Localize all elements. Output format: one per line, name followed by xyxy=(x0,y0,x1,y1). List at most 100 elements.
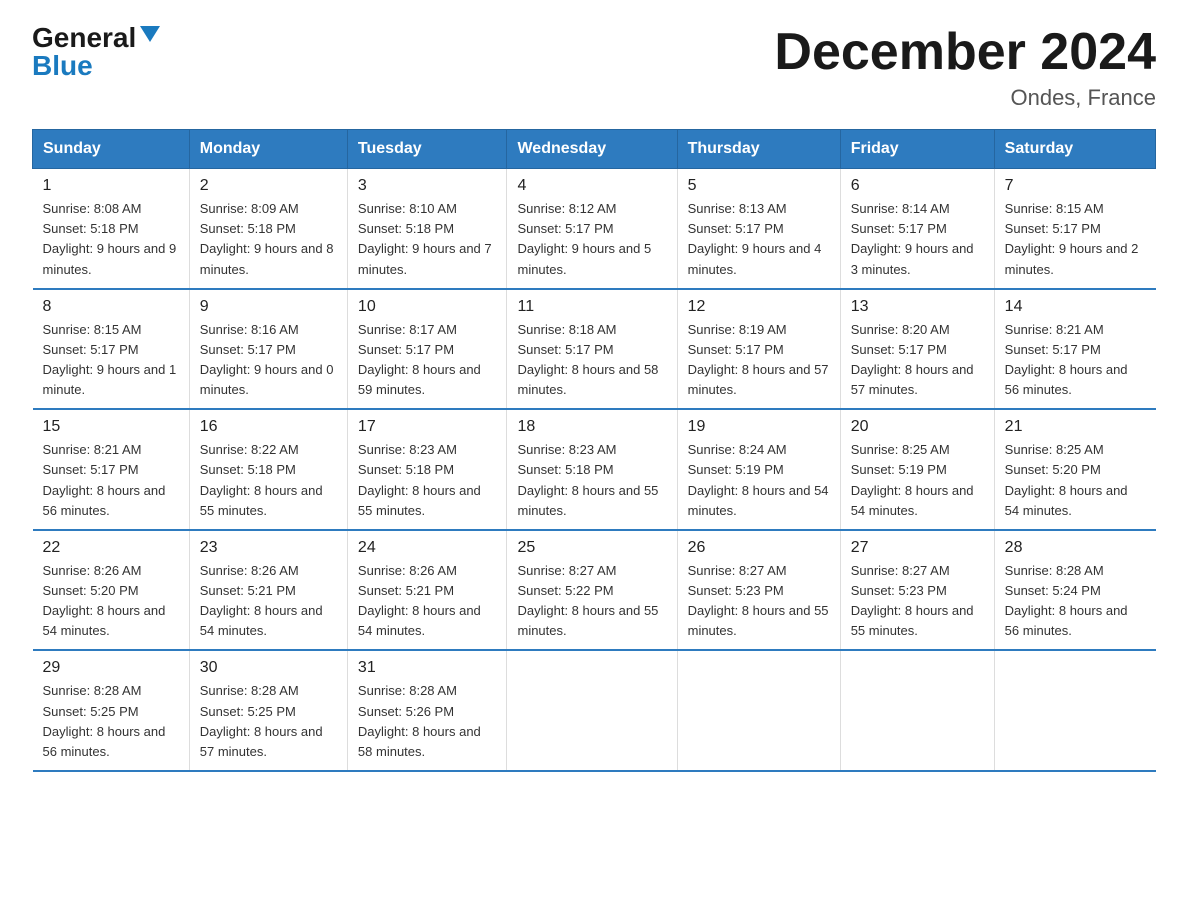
calendar-cell: 19 Sunrise: 8:24 AMSunset: 5:19 PMDaylig… xyxy=(677,409,840,530)
header-right: December 2024 Ondes, France xyxy=(774,24,1156,111)
calendar-cell xyxy=(994,650,1155,771)
day-number: 21 xyxy=(1005,418,1146,436)
calendar-cell: 2 Sunrise: 8:09 AMSunset: 5:18 PMDayligh… xyxy=(189,169,347,289)
calendar-cell: 13 Sunrise: 8:20 AMSunset: 5:17 PMDaylig… xyxy=(840,289,994,410)
calendar-cell: 14 Sunrise: 8:21 AMSunset: 5:17 PMDaylig… xyxy=(994,289,1155,410)
calendar-cell: 24 Sunrise: 8:26 AMSunset: 5:21 PMDaylig… xyxy=(347,530,507,651)
day-number: 4 xyxy=(517,177,666,195)
day-info: Sunrise: 8:19 AMSunset: 5:17 PMDaylight:… xyxy=(688,320,830,401)
calendar-week-row: 29 Sunrise: 8:28 AMSunset: 5:25 PMDaylig… xyxy=(33,650,1156,771)
day-number: 26 xyxy=(688,539,830,557)
day-info: Sunrise: 8:23 AMSunset: 5:18 PMDaylight:… xyxy=(517,440,666,521)
column-header-friday: Friday xyxy=(840,130,994,169)
calendar-cell: 29 Sunrise: 8:28 AMSunset: 5:25 PMDaylig… xyxy=(33,650,190,771)
day-number: 6 xyxy=(851,177,984,195)
day-info: Sunrise: 8:24 AMSunset: 5:19 PMDaylight:… xyxy=(688,440,830,521)
calendar-week-row: 8 Sunrise: 8:15 AMSunset: 5:17 PMDayligh… xyxy=(33,289,1156,410)
day-info: Sunrise: 8:10 AMSunset: 5:18 PMDaylight:… xyxy=(358,199,497,280)
day-info: Sunrise: 8:21 AMSunset: 5:17 PMDaylight:… xyxy=(1005,320,1146,401)
calendar-cell: 17 Sunrise: 8:23 AMSunset: 5:18 PMDaylig… xyxy=(347,409,507,530)
calendar-cell: 20 Sunrise: 8:25 AMSunset: 5:19 PMDaylig… xyxy=(840,409,994,530)
day-number: 27 xyxy=(851,539,984,557)
day-info: Sunrise: 8:20 AMSunset: 5:17 PMDaylight:… xyxy=(851,320,984,401)
day-number: 24 xyxy=(358,539,497,557)
day-number: 22 xyxy=(43,539,179,557)
day-info: Sunrise: 8:15 AMSunset: 5:17 PMDaylight:… xyxy=(43,320,179,401)
day-info: Sunrise: 8:28 AMSunset: 5:26 PMDaylight:… xyxy=(358,681,497,762)
day-info: Sunrise: 8:27 AMSunset: 5:22 PMDaylight:… xyxy=(517,561,666,642)
calendar-cell: 25 Sunrise: 8:27 AMSunset: 5:22 PMDaylig… xyxy=(507,530,677,651)
day-info: Sunrise: 8:26 AMSunset: 5:21 PMDaylight:… xyxy=(358,561,497,642)
day-info: Sunrise: 8:16 AMSunset: 5:17 PMDaylight:… xyxy=(200,320,337,401)
day-number: 5 xyxy=(688,177,830,195)
day-number: 30 xyxy=(200,659,337,677)
day-info: Sunrise: 8:08 AMSunset: 5:18 PMDaylight:… xyxy=(43,199,179,280)
calendar-cell: 4 Sunrise: 8:12 AMSunset: 5:17 PMDayligh… xyxy=(507,169,677,289)
day-number: 23 xyxy=(200,539,337,557)
day-number: 10 xyxy=(358,298,497,316)
day-number: 12 xyxy=(688,298,830,316)
month-title: December 2024 xyxy=(774,24,1156,81)
calendar-cell: 5 Sunrise: 8:13 AMSunset: 5:17 PMDayligh… xyxy=(677,169,840,289)
day-number: 19 xyxy=(688,418,830,436)
day-number: 3 xyxy=(358,177,497,195)
day-number: 9 xyxy=(200,298,337,316)
calendar-cell xyxy=(677,650,840,771)
day-info: Sunrise: 8:27 AMSunset: 5:23 PMDaylight:… xyxy=(688,561,830,642)
day-number: 16 xyxy=(200,418,337,436)
day-number: 28 xyxy=(1005,539,1146,557)
day-number: 14 xyxy=(1005,298,1146,316)
day-number: 17 xyxy=(358,418,497,436)
calendar-table: SundayMondayTuesdayWednesdayThursdayFrid… xyxy=(32,129,1156,772)
column-header-monday: Monday xyxy=(189,130,347,169)
calendar-cell: 9 Sunrise: 8:16 AMSunset: 5:17 PMDayligh… xyxy=(189,289,347,410)
calendar-cell: 1 Sunrise: 8:08 AMSunset: 5:18 PMDayligh… xyxy=(33,169,190,289)
calendar-cell xyxy=(840,650,994,771)
day-number: 8 xyxy=(43,298,179,316)
column-header-saturday: Saturday xyxy=(994,130,1155,169)
calendar-week-row: 1 Sunrise: 8:08 AMSunset: 5:18 PMDayligh… xyxy=(33,169,1156,289)
day-info: Sunrise: 8:09 AMSunset: 5:18 PMDaylight:… xyxy=(200,199,337,280)
day-info: Sunrise: 8:26 AMSunset: 5:21 PMDaylight:… xyxy=(200,561,337,642)
day-number: 2 xyxy=(200,177,337,195)
calendar-cell xyxy=(507,650,677,771)
day-number: 18 xyxy=(517,418,666,436)
day-info: Sunrise: 8:27 AMSunset: 5:23 PMDaylight:… xyxy=(851,561,984,642)
location: Ondes, France xyxy=(774,85,1156,111)
day-info: Sunrise: 8:28 AMSunset: 5:25 PMDaylight:… xyxy=(43,681,179,762)
day-number: 20 xyxy=(851,418,984,436)
calendar-header-row: SundayMondayTuesdayWednesdayThursdayFrid… xyxy=(33,130,1156,169)
day-info: Sunrise: 8:25 AMSunset: 5:20 PMDaylight:… xyxy=(1005,440,1146,521)
calendar-cell: 11 Sunrise: 8:18 AMSunset: 5:17 PMDaylig… xyxy=(507,289,677,410)
calendar-cell: 22 Sunrise: 8:26 AMSunset: 5:20 PMDaylig… xyxy=(33,530,190,651)
day-number: 25 xyxy=(517,539,666,557)
calendar-cell: 30 Sunrise: 8:28 AMSunset: 5:25 PMDaylig… xyxy=(189,650,347,771)
logo: General Blue xyxy=(32,24,160,80)
day-number: 15 xyxy=(43,418,179,436)
calendar-cell: 3 Sunrise: 8:10 AMSunset: 5:18 PMDayligh… xyxy=(347,169,507,289)
calendar-cell: 27 Sunrise: 8:27 AMSunset: 5:23 PMDaylig… xyxy=(840,530,994,651)
day-info: Sunrise: 8:15 AMSunset: 5:17 PMDaylight:… xyxy=(1005,199,1146,280)
calendar-cell: 16 Sunrise: 8:22 AMSunset: 5:18 PMDaylig… xyxy=(189,409,347,530)
calendar-cell: 28 Sunrise: 8:28 AMSunset: 5:24 PMDaylig… xyxy=(994,530,1155,651)
day-number: 29 xyxy=(43,659,179,677)
day-info: Sunrise: 8:14 AMSunset: 5:17 PMDaylight:… xyxy=(851,199,984,280)
logo-blue-text: Blue xyxy=(32,50,93,81)
day-info: Sunrise: 8:22 AMSunset: 5:18 PMDaylight:… xyxy=(200,440,337,521)
calendar-cell: 21 Sunrise: 8:25 AMSunset: 5:20 PMDaylig… xyxy=(994,409,1155,530)
calendar-cell: 7 Sunrise: 8:15 AMSunset: 5:17 PMDayligh… xyxy=(994,169,1155,289)
column-header-tuesday: Tuesday xyxy=(347,130,507,169)
calendar-week-row: 22 Sunrise: 8:26 AMSunset: 5:20 PMDaylig… xyxy=(33,530,1156,651)
calendar-cell: 31 Sunrise: 8:28 AMSunset: 5:26 PMDaylig… xyxy=(347,650,507,771)
day-info: Sunrise: 8:17 AMSunset: 5:17 PMDaylight:… xyxy=(358,320,497,401)
day-info: Sunrise: 8:12 AMSunset: 5:17 PMDaylight:… xyxy=(517,199,666,280)
calendar-week-row: 15 Sunrise: 8:21 AMSunset: 5:17 PMDaylig… xyxy=(33,409,1156,530)
day-info: Sunrise: 8:18 AMSunset: 5:17 PMDaylight:… xyxy=(517,320,666,401)
day-info: Sunrise: 8:21 AMSunset: 5:17 PMDaylight:… xyxy=(43,440,179,521)
day-number: 13 xyxy=(851,298,984,316)
calendar-cell: 18 Sunrise: 8:23 AMSunset: 5:18 PMDaylig… xyxy=(507,409,677,530)
logo-general-text: General xyxy=(32,24,136,52)
day-number: 11 xyxy=(517,298,666,316)
calendar-cell: 10 Sunrise: 8:17 AMSunset: 5:17 PMDaylig… xyxy=(347,289,507,410)
calendar-cell: 6 Sunrise: 8:14 AMSunset: 5:17 PMDayligh… xyxy=(840,169,994,289)
